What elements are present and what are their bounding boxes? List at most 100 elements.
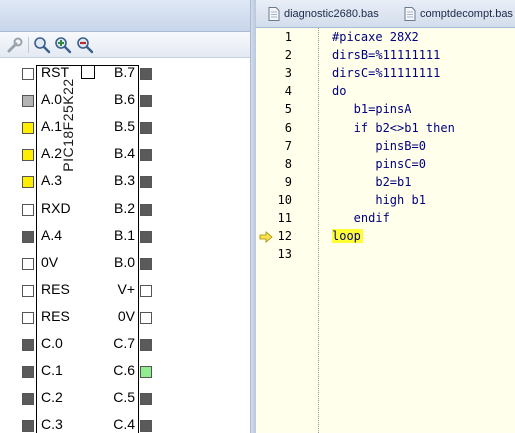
code-line[interactable]: 5 b1=pinsA (256, 101, 515, 119)
editor-tab-bar: diagnostic2680.bas comptdecompt.bas (256, 0, 515, 28)
line-number: 8 (284, 156, 292, 171)
line-number: 13 (277, 247, 292, 262)
pin-indicator-b6[interactable] (140, 95, 152, 108)
pin-indicator-a4[interactable] (22, 230, 34, 243)
code-line[interactable]: 1 #picaxe 28X2 (256, 29, 515, 47)
code-text: if b2<>b1 then (332, 120, 455, 135)
pin-label: C.3 (41, 416, 63, 433)
tab-label: diagnostic2680.bas (284, 8, 379, 20)
code-line[interactable]: 9 b2=b1 (256, 174, 515, 192)
pin-indicator-b2[interactable] (140, 203, 152, 216)
pin-label: RES (41, 280, 70, 297)
pin-indicator-b3[interactable] (140, 176, 152, 189)
pin-indicator-0v[interactable] (140, 311, 152, 324)
pin-label: C.5 (113, 389, 135, 406)
pin-indicator-b7[interactable] (140, 68, 152, 80)
pin-indicator-a3[interactable] (22, 176, 34, 189)
pin-label: B.0 (113, 253, 135, 270)
pin-label: V+ (117, 280, 135, 297)
code-text: pinsB=0 (332, 138, 426, 153)
chip-simulation-panel: PIC18F25K22 RST B.7 A.0 B.6 A.1 B.5 A.2 B.4 A.3 B… (0, 0, 250, 433)
code-text: pinsC=0 (332, 156, 426, 171)
code-line[interactable]: 7 pinsB=0 (256, 138, 515, 156)
pin-label: B.2 (113, 199, 135, 216)
code-line[interactable]: 8 pinsC=0 (256, 156, 515, 174)
code-line[interactable]: 3 dirsC=%11111111 (256, 65, 515, 83)
pin-label: RST (41, 64, 69, 80)
code-line[interactable]: 2 dirsB=%11111111 (256, 47, 515, 65)
line-number: 12 (277, 229, 292, 244)
pin-label: B.6 (113, 91, 135, 108)
code-text: loop (332, 229, 363, 244)
line-number: 5 (284, 102, 292, 117)
pin-label: A.0 (41, 91, 63, 108)
pin-row: C.2 C.5 (0, 386, 250, 412)
code-line[interactable]: 11 endif (256, 210, 515, 228)
pin-indicator-b1[interactable] (140, 230, 152, 243)
code-line[interactable]: 4 do (256, 83, 515, 101)
pin-indicator-c7[interactable] (140, 339, 152, 351)
execution-pointer-icon (259, 231, 273, 243)
code-editor[interactable]: diagnostic2680.bas comptdecompt.bas 1 #pi… (256, 0, 515, 433)
pin-row: A.0 B.6 (0, 88, 250, 114)
line-number: 7 (284, 138, 292, 153)
zoom-icon[interactable] (33, 36, 51, 54)
pin-row: A.3 B.3 (0, 169, 250, 195)
code-line[interactable]: 13 (256, 246, 515, 264)
pin-label: C.7 (113, 335, 135, 351)
line-number: 10 (277, 192, 292, 207)
pin-indicator-b5[interactable] (140, 122, 152, 135)
pin-indicator-c5[interactable] (140, 393, 152, 406)
pin-row: 0V B.0 (0, 251, 250, 277)
pin-row: C.3 C.4 (0, 413, 250, 433)
pin-indicator-res[interactable] (22, 284, 34, 297)
tab-comptdecompt[interactable]: comptdecompt.bas (404, 5, 514, 25)
code-line[interactable]: 12 loop (256, 228, 515, 246)
line-number: 11 (277, 211, 292, 225)
pin-label: 0V (117, 307, 135, 324)
pin-indicator-a0[interactable] (22, 95, 34, 108)
pin-row: RXD B.2 (0, 197, 250, 223)
file-icon (268, 7, 280, 21)
pin-label: A.3 (41, 172, 63, 189)
pin-indicator-c2[interactable] (22, 393, 34, 406)
pin-label: C.2 (41, 389, 63, 406)
pin-indicator-c3[interactable] (22, 420, 34, 433)
pin-indicator-c0[interactable] (22, 339, 34, 351)
pin-indicator-res[interactable] (22, 311, 34, 324)
chip-diagram: PIC18F25K22 RST B.7 A.0 B.6 A.1 B.5 A.2 B.4 A.3 B… (0, 58, 250, 433)
wrench-icon[interactable] (6, 36, 24, 54)
code-line[interactable]: 6 if b2<>b1 then (256, 120, 515, 138)
pin-label: 0V (41, 253, 59, 270)
pin-indicator-c1[interactable] (22, 366, 34, 379)
pin-indicator-rst[interactable] (22, 68, 34, 80)
line-number: 3 (284, 66, 292, 81)
pin-label: A.1 (41, 118, 63, 135)
pin-indicator-a2[interactable] (22, 149, 34, 162)
pin-indicator-b4[interactable] (140, 149, 152, 162)
pin-indicator-0v[interactable] (22, 257, 34, 270)
pin-indicator-a1[interactable] (22, 122, 34, 135)
code-line[interactable]: 10 high b1 (256, 192, 515, 210)
pin-label: B.5 (113, 118, 135, 135)
tab-diagnostic2680[interactable]: diagnostic2680.bas (268, 5, 398, 25)
pin-row: A.2 B.4 (0, 142, 250, 168)
file-icon (404, 7, 416, 21)
pin-row: RES 0V (0, 305, 250, 331)
code-text: dirsB=%11111111 (332, 48, 441, 63)
pin-label: B.1 (113, 226, 135, 243)
pin-row: RES V+ (0, 278, 250, 304)
code-text: b1=pinsA (332, 102, 412, 117)
line-number: 1 (284, 30, 292, 44)
line-number: 9 (284, 174, 292, 189)
pin-indicator-c6[interactable] (140, 366, 152, 379)
code-text: b2=b1 (332, 174, 412, 189)
code-text: #picaxe 28X2 (332, 30, 419, 44)
pin-indicator-vplus[interactable] (140, 284, 152, 297)
pin-label: C.1 (41, 362, 63, 379)
pin-indicator-c4[interactable] (140, 420, 152, 433)
pin-indicator-b0[interactable] (140, 257, 152, 270)
pin-indicator-rxd[interactable] (22, 203, 34, 216)
panel-header (0, 0, 250, 32)
pin-row: C.0 C.7 (0, 332, 250, 358)
